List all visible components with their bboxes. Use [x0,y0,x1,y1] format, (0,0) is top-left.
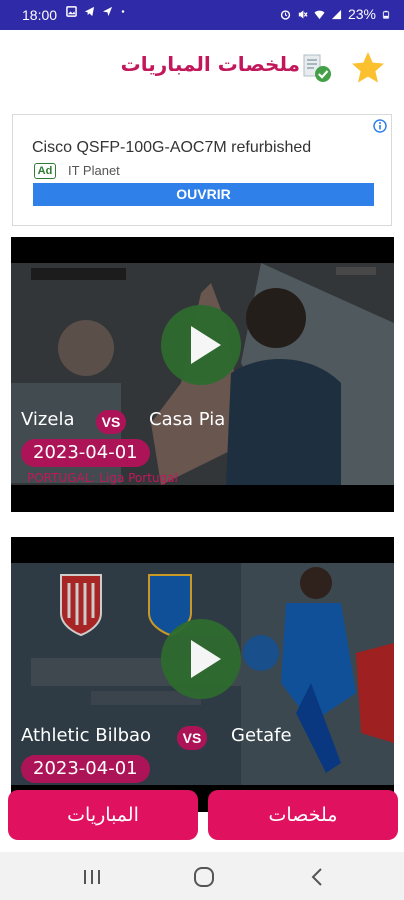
home-team: Vizela [21,409,75,430]
ad-open-button[interactable]: OUVRIR [33,183,374,206]
vs-badge: VS [96,410,126,434]
system-status-icons: 23% [280,6,390,22]
away-team: Casa Pia [149,409,226,430]
match-card[interactable]: Athletic Bilbao VS Getafe 2023-04-01 [11,537,394,812]
status-bar: 18:00 23% [0,0,404,30]
signal-icon [331,9,342,19]
highlights-tab-button[interactable]: ملخصات [208,790,398,840]
dot-icon [121,10,125,13]
ad-banner[interactable]: Cisco QSFP-100G-AOC7M refurbished Ad IT … [12,114,392,226]
mute-icon [298,9,308,19]
home-icon[interactable] [192,866,216,888]
system-nav-bar [0,852,404,900]
verified-document-icon [303,54,331,82]
battery-level: 23% [347,6,376,22]
wifi-icon [314,10,325,19]
play-icon [191,640,221,678]
league-name: PORTUGAL: Liga Portugal [27,471,178,485]
play-button[interactable] [161,305,241,385]
ad-title[interactable]: Cisco QSFP-100G-AOC7M refurbished [32,139,311,157]
home-team: Athletic Bilbao [21,725,152,746]
bottom-tab-bar: المباريات ملخصات [0,790,404,842]
match-card[interactable]: Vizela VS Casa Pia 2023-04-01 PORTUGAL: … [11,237,394,512]
page-title: ملخصات المباريات [120,52,300,76]
play-button[interactable] [161,619,241,699]
telegram-icon [84,6,95,17]
recents-icon[interactable] [80,866,104,888]
ad-info-icon[interactable] [373,119,387,133]
ad-advertiser: IT Planet [68,163,120,178]
star-icon[interactable] [350,50,386,86]
away-team: Getafe [231,725,292,746]
vs-badge: VS [177,726,207,750]
match-date: 2023-04-01 [21,439,150,467]
notification-icons [66,6,126,17]
ad-badge: Ad [34,163,56,179]
status-time: 18:00 [22,7,58,23]
play-icon [191,326,221,364]
back-icon[interactable] [306,866,330,888]
match-date: 2023-04-01 [21,755,150,783]
alarm-icon [280,9,291,20]
location-icon [102,6,113,17]
battery-icon [382,10,390,19]
matches-tab-button[interactable]: المباريات [8,790,198,840]
image-icon [66,6,77,17]
